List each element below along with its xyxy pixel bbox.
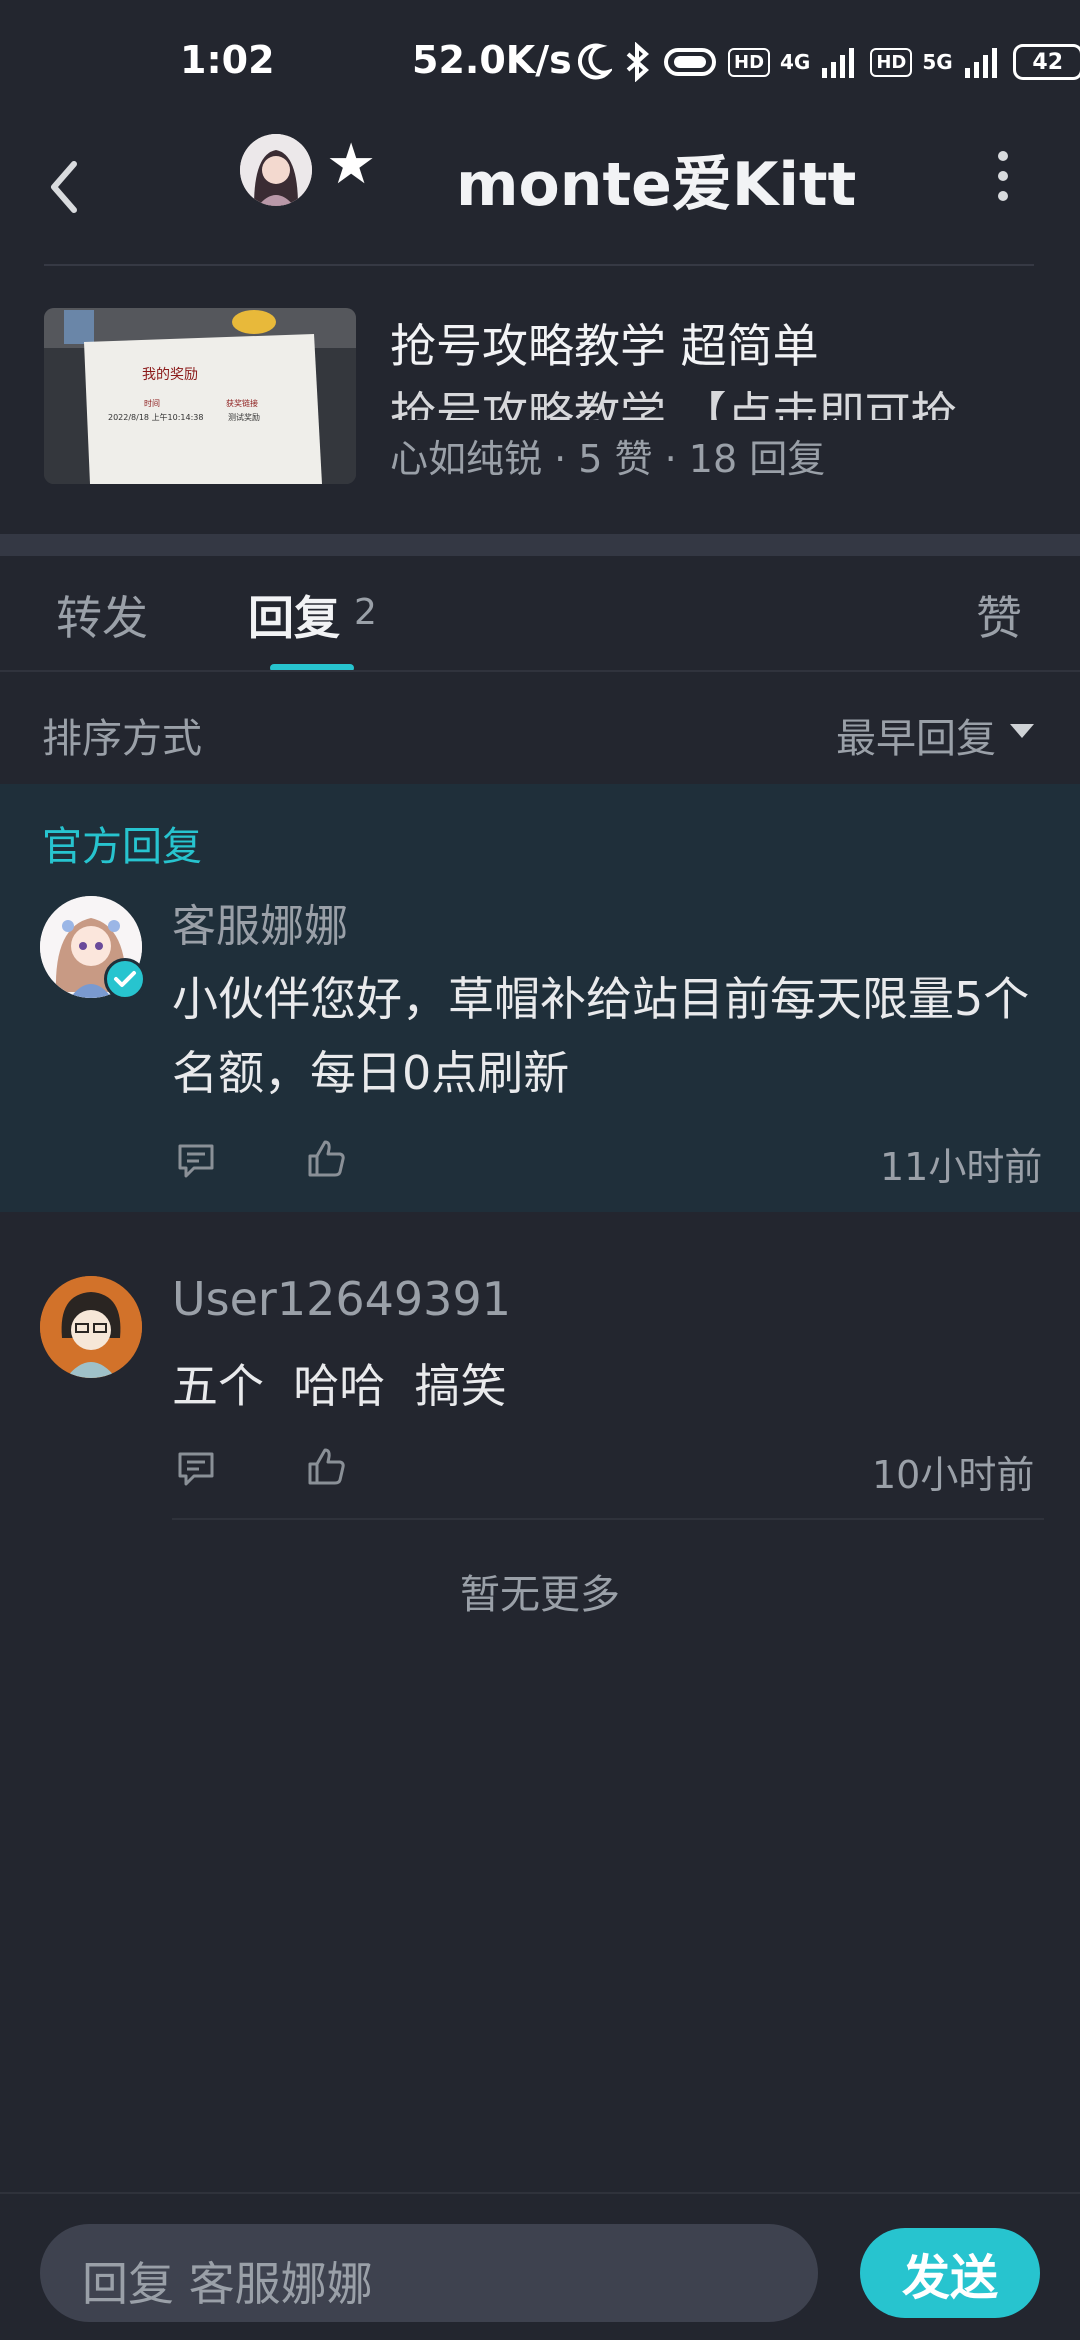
section-separator bbox=[0, 534, 1080, 556]
signal-icon-1 bbox=[822, 48, 855, 78]
thumbnail-image bbox=[44, 308, 356, 484]
avatar-illustration-icon bbox=[40, 1276, 142, 1378]
bluetooth-icon bbox=[626, 42, 650, 82]
sort-label: 排序方式 bbox=[42, 716, 202, 762]
avatar-illustration-icon bbox=[240, 134, 312, 206]
vibrate-icon bbox=[664, 48, 716, 76]
back-arrow-icon[interactable] bbox=[40, 142, 100, 232]
tabs-divider bbox=[0, 670, 1080, 672]
thumbs-up-icon[interactable] bbox=[304, 1444, 348, 1488]
thumb-col1-label: 时间 bbox=[144, 399, 160, 408]
moon-icon bbox=[578, 43, 612, 80]
comment-icon[interactable] bbox=[174, 1446, 218, 1490]
hd-badge-2: HD bbox=[870, 47, 913, 77]
reply-input-placeholder: 回复 客服娜娜 bbox=[82, 2257, 373, 2311]
post-replies: 18 回复 bbox=[688, 437, 826, 481]
tab-reply-count: 2 bbox=[354, 592, 377, 633]
status-icons: HD 4G HD 5G 42 bbox=[578, 38, 1080, 86]
official-reply-label: 官方回复 bbox=[42, 824, 202, 870]
thumb-col2-value: 测试奖励 bbox=[228, 413, 260, 422]
reply-timestamp: 10小时前 bbox=[872, 1453, 1035, 1497]
status-time: 1:02 bbox=[180, 38, 275, 82]
thumbs-up-icon[interactable] bbox=[304, 1136, 348, 1180]
no-more-text: 暂无更多 bbox=[460, 1572, 620, 1618]
signal-icon-2 bbox=[964, 48, 997, 78]
status-bar: 1:02 52.0K/s HD 4G HD 5G 42 bbox=[0, 0, 1080, 120]
reply-divider bbox=[172, 1518, 1044, 1520]
reply-author-name[interactable]: User12649391 bbox=[172, 1272, 511, 1326]
comment-icon[interactable] bbox=[174, 1138, 218, 1182]
network-type-5g: 5G bbox=[922, 50, 953, 74]
sort-dropdown[interactable]: 最早回复 bbox=[836, 706, 996, 764]
star-icon[interactable]: ★ bbox=[326, 132, 376, 197]
post-thumbnail[interactable]: 我的奖励 时间 2022/8/18 上午10:14:38 获奖链接 测试奖励 bbox=[44, 308, 356, 484]
thumb-col1-value: 2022/8/18 上午10:14:38 bbox=[108, 413, 204, 422]
tab-reply[interactable]: 回复 bbox=[248, 582, 340, 648]
post-subtitle[interactable]: 抢号攻略教学 【点击即可抢 bbox=[390, 378, 1010, 420]
post-meta: 心如纯锐 · 5 赞 · 18 回复 bbox=[390, 428, 825, 483]
reply-text: 小伙伴您好，草帽补给站目前每天限量5个名额，每日0点刷新 bbox=[172, 972, 1030, 1100]
reply-timestamp: 11小时前 bbox=[880, 1145, 1043, 1189]
meta-separator: · bbox=[652, 437, 689, 481]
page-title: monte爱Kitt bbox=[456, 150, 857, 220]
send-button[interactable]: 发送 bbox=[860, 2228, 1040, 2318]
battery-indicator: 42 bbox=[1012, 44, 1080, 80]
user-avatar[interactable] bbox=[40, 1276, 142, 1378]
reply-input[interactable]: 回复 客服娜娜 bbox=[40, 2224, 818, 2322]
header-divider bbox=[44, 264, 1034, 266]
hd-badge-1: HD bbox=[728, 47, 771, 77]
post-title[interactable]: 抢号攻略教学 超简单 bbox=[390, 310, 819, 376]
verified-badge-icon bbox=[104, 958, 146, 1000]
meta-separator: · bbox=[542, 437, 579, 481]
reply-author-name[interactable]: 客服娜娜 bbox=[172, 890, 348, 954]
thumb-heading: 我的奖励 bbox=[142, 367, 198, 383]
post-likes: 5 赞 bbox=[578, 437, 653, 481]
thumb-col2-label: 获奖链接 bbox=[226, 399, 258, 408]
post-author[interactable]: 心如纯锐 bbox=[390, 437, 542, 481]
reply-text: 五个 哈哈 搞笑 bbox=[172, 1359, 507, 1413]
bottom-bar-divider bbox=[0, 2192, 1080, 2194]
more-options-icon[interactable] bbox=[988, 146, 1018, 206]
caret-down-icon[interactable] bbox=[1010, 724, 1034, 738]
top-app-bar: ★ monte爱Kitt bbox=[0, 120, 1080, 260]
network-speed: 52.0K/s bbox=[412, 38, 572, 82]
tab-like[interactable]: 赞 bbox=[976, 582, 1022, 648]
author-avatar[interactable] bbox=[240, 134, 312, 206]
tab-forward[interactable]: 转发 bbox=[56, 582, 148, 648]
network-type-4g: 4G bbox=[780, 50, 811, 74]
